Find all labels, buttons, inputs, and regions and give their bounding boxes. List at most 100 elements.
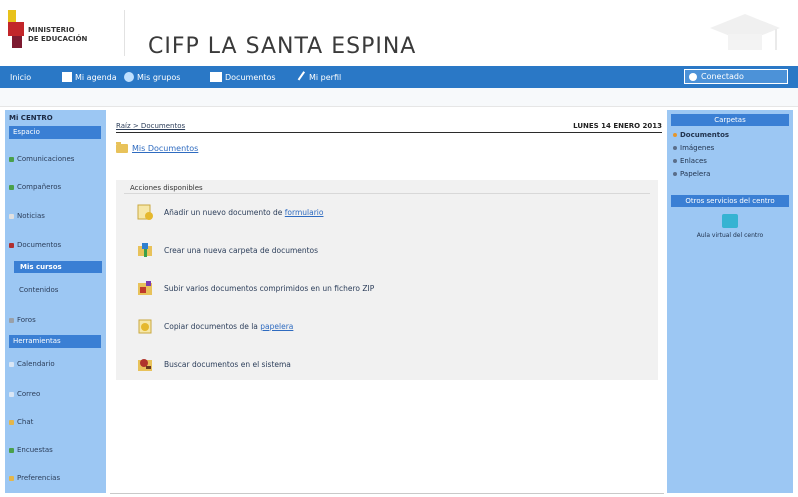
nav-groups-label: Mis grupos: [137, 72, 181, 82]
top-navigation: Inicio Mi agenda Mis grupos Documentos M…: [0, 66, 798, 88]
sidebar-item-label: Correo: [17, 390, 41, 398]
bullet-icon: [9, 317, 14, 323]
right-sidebar: Carpetas Documentos Imágenes Enlaces Pap…: [667, 110, 793, 493]
connected-user-button[interactable]: Conectado: [684, 69, 788, 84]
panel-divider: [124, 193, 650, 194]
sidebar-subitem-contents[interactable]: Contenidos: [19, 286, 58, 294]
action-link-trash[interactable]: papelera: [260, 322, 293, 331]
virtual-classroom-icon: [722, 214, 738, 228]
my-documents-folder-link[interactable]: Mis Documentos: [116, 142, 198, 153]
left-sidebar: Mi CENTRO Espacio Comunicaciones Compañe…: [5, 110, 106, 493]
bullet-icon: [673, 159, 677, 163]
bullet-icon: [9, 419, 14, 425]
sidebar-item-label: Noticias: [17, 212, 45, 220]
sidebar-item-colleagues[interactable]: Compañeros: [9, 183, 61, 191]
bullet-icon: [9, 475, 14, 481]
nav-documents[interactable]: Documentos: [210, 70, 276, 84]
nav-profile-label: Mi perfil: [309, 72, 342, 82]
right-item-trash[interactable]: Papelera: [673, 170, 710, 178]
bullet-icon: [9, 156, 14, 162]
sidebar-item-news[interactable]: Noticias: [9, 212, 45, 220]
bullet-icon: [9, 361, 14, 367]
sidebar-item-label: Compañeros: [17, 183, 62, 191]
nav-groups[interactable]: Mis grupos: [124, 70, 180, 84]
bullet-icon: [9, 447, 14, 453]
virtual-classroom-link[interactable]: Aula virtual del centro: [673, 214, 787, 239]
graduation-cap-icon: [710, 14, 780, 50]
calendar-icon: [62, 72, 72, 82]
page-header: MINISTERIO DE EDUCACIÓN CIFP LA SANTA ES…: [0, 0, 798, 66]
sidebar-item-forums[interactable]: Foros: [9, 316, 36, 324]
sidebar-item-preferences[interactable]: Preferencias: [9, 474, 60, 482]
action-text: Buscar documentos en el sistema: [164, 359, 291, 369]
logo-line-1: MINISTERIO: [28, 26, 75, 34]
actions-panel: Acciones disponibles Añadir un nuevo doc…: [116, 180, 658, 380]
sidebar-item-label: Encuestas: [17, 446, 53, 454]
search-documents-icon: [138, 359, 152, 371]
sidebar-item-label: Preferencias: [17, 474, 61, 482]
right-item-label: Enlaces: [680, 157, 707, 165]
sidebar-tools-header[interactable]: Herramientas: [9, 335, 101, 348]
sidebar-item-mail[interactable]: Correo: [9, 390, 40, 398]
folder-icon: [116, 142, 128, 153]
sidebar-space-header[interactable]: Espacio: [9, 126, 101, 139]
other-services-header: Otros servicios del centro: [671, 195, 789, 207]
main-content: Raíz > Documentos LUNES 14 ENERO 2013 Mi…: [110, 110, 664, 493]
right-item-links[interactable]: Enlaces: [673, 157, 707, 165]
add-document-icon: [137, 204, 153, 220]
right-item-label: Documentos: [680, 131, 730, 139]
bullet-icon: [9, 391, 14, 397]
connected-label: Conectado: [701, 72, 744, 81]
nav-profile[interactable]: Mi perfil: [297, 70, 342, 84]
nav-agenda-label: Mi agenda: [75, 72, 117, 82]
nav-home[interactable]: Inicio: [10, 70, 31, 84]
new-folder-icon: [138, 243, 152, 257]
right-item-label: Imágenes: [680, 144, 715, 152]
nav-documents-label: Documentos: [225, 72, 276, 82]
sidebar-item-label: Documentos: [17, 241, 62, 249]
action-add-document[interactable]: Añadir un nuevo documento de formulario: [136, 202, 323, 222]
sidebar-item-label: Calendario: [17, 360, 55, 368]
panel-title: Acciones disponibles: [130, 184, 203, 192]
nav-agenda[interactable]: Mi agenda: [62, 70, 117, 84]
bullet-icon: [673, 133, 677, 137]
sidebar-item-my-courses[interactable]: Mis cursos: [14, 261, 102, 273]
content-bottom-border: [110, 493, 664, 494]
sidebar-item-chat[interactable]: Chat: [9, 418, 33, 426]
sidebar-item-label: Chat: [17, 418, 34, 426]
coat-of-arms-icon: [8, 10, 24, 48]
action-copy-trash[interactable]: Copiar documentos de la papelera: [136, 316, 293, 336]
subheader-strip: [0, 88, 798, 107]
sidebar-item-calendar[interactable]: Calendario: [9, 360, 55, 368]
right-item-images[interactable]: Imágenes: [673, 144, 714, 152]
logo-line-2: DE EDUCACIÓN: [28, 35, 88, 43]
action-text: Crear una nueva carpeta de documentos: [164, 245, 319, 255]
nav-home-label: Inicio: [10, 72, 32, 82]
action-text: Añadir un nuevo documento de formulario: [164, 207, 324, 217]
breadcrumb[interactable]: Raíz > Documentos: [116, 122, 185, 130]
virtual-classroom-caption: Aula virtual del centro: [696, 232, 764, 239]
zip-archive-icon: [138, 281, 152, 295]
folders-header: Carpetas: [671, 114, 789, 126]
bullet-icon: [9, 184, 14, 190]
sidebar-title: Mi CENTRO: [9, 114, 53, 122]
ministry-logo[interactable]: MINISTERIO DE EDUCACIÓN: [6, 4, 114, 60]
sidebar-item-communications[interactable]: Comunicaciones: [9, 155, 74, 163]
site-title: CIFP LA SANTA ESPINA: [148, 34, 417, 59]
action-create-folder[interactable]: Crear una nueva carpeta de documentos: [136, 240, 318, 260]
right-item-label: Papelera: [680, 170, 711, 178]
right-item-documents[interactable]: Documentos: [673, 131, 729, 139]
sidebar-item-label: Contenidos: [19, 286, 59, 294]
action-link-form[interactable]: formulario: [285, 208, 324, 217]
sidebar-item-label: Foros: [17, 316, 36, 324]
bullet-icon: [673, 146, 677, 150]
action-text: Copiar documentos de la papelera: [164, 321, 294, 331]
sidebar-item-documents[interactable]: Documentos: [9, 241, 61, 249]
action-search-documents[interactable]: Buscar documentos en el sistema: [136, 354, 291, 374]
copy-document-icon: [138, 319, 152, 334]
action-upload-zip[interactable]: Subir varios documentos comprimidos en u…: [136, 278, 374, 298]
sidebar-item-label: Comunicaciones: [17, 155, 75, 163]
document-icon: [210, 72, 222, 82]
sidebar-item-surveys[interactable]: Encuestas: [9, 446, 53, 454]
user-icon: [689, 72, 697, 81]
